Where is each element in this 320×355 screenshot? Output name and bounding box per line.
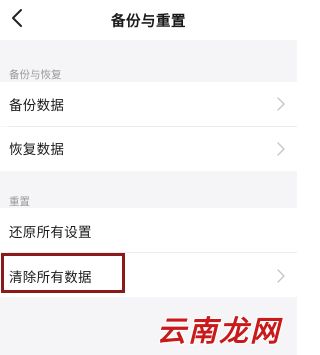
section-label-backup-restore: 备份与恢复 [9, 69, 62, 81]
erase-all-data-label: 清除所有数据 [9, 270, 92, 286]
settings-content: 备份与恢复 备份数据 恢复数据 重置 还原所有设置 清除所有数据 [0, 40, 297, 355]
chevron-right-icon [277, 97, 285, 111]
backup-data-label: 备份数据 [9, 98, 65, 114]
restore-all-settings-row[interactable]: 还原所有设置 [0, 208, 297, 252]
header-bar: 备份与重置 [0, 0, 297, 40]
chevron-right-icon [277, 269, 285, 283]
backup-data-row[interactable]: 备份数据 [0, 82, 297, 126]
restore-data-row[interactable]: 恢复数据 [0, 127, 297, 171]
restore-all-settings-label: 还原所有设置 [9, 225, 92, 241]
page-title: 备份与重置 [111, 14, 186, 30]
chevron-right-icon [277, 142, 285, 156]
section-label-reset: 重置 [9, 196, 30, 208]
restore-data-label: 恢复数据 [9, 142, 65, 158]
erase-all-data-row[interactable]: 清除所有数据 [0, 253, 297, 297]
